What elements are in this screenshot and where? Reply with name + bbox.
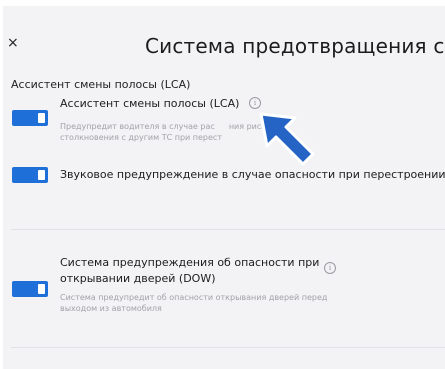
dow-label-line1: Система предупреждения об опасности при [60, 256, 320, 269]
dow-description-line2: выходом из автомобиля [60, 304, 162, 313]
pointer-arrow-icon [259, 112, 315, 166]
page-title: Система предотвращения столкно [145, 34, 445, 58]
sound-warning-toggle[interactable] [12, 167, 48, 183]
close-icon: × [7, 35, 19, 51]
divider [11, 347, 445, 348]
dow-toggle[interactable] [12, 281, 48, 297]
dow-description: Система предупредит об опасности открыва… [60, 292, 327, 314]
dow-description-line1: Система предупредит об опасности открыва… [60, 293, 328, 302]
close-button[interactable]: × [7, 36, 19, 50]
dow-label-line2: открывании дверей (DOW) [60, 272, 216, 285]
dow-info-icon[interactable]: i [324, 262, 336, 274]
lca-description-line1: Предупредит водителя в случае рас [60, 122, 215, 131]
toggle-knob [38, 113, 45, 123]
settings-screen: × Система предотвращения столкно Ассисте… [3, 6, 445, 369]
section-title: Ассистент смены полосы (LCA) [11, 78, 191, 91]
divider [11, 229, 445, 230]
toggle-knob [38, 284, 45, 294]
toggle-knob [38, 170, 45, 180]
lca-description-line2: столкновения с другим ТС при перест [60, 133, 222, 142]
lca-label: Ассистент смены полосы (LCA) [60, 97, 240, 110]
sound-warning-label: Звуковое предупреждение в случае опаснос… [60, 168, 445, 181]
lca-toggle[interactable] [12, 110, 48, 126]
lca-description: Предупредит водителя в случае рас ния рис… [60, 121, 271, 143]
